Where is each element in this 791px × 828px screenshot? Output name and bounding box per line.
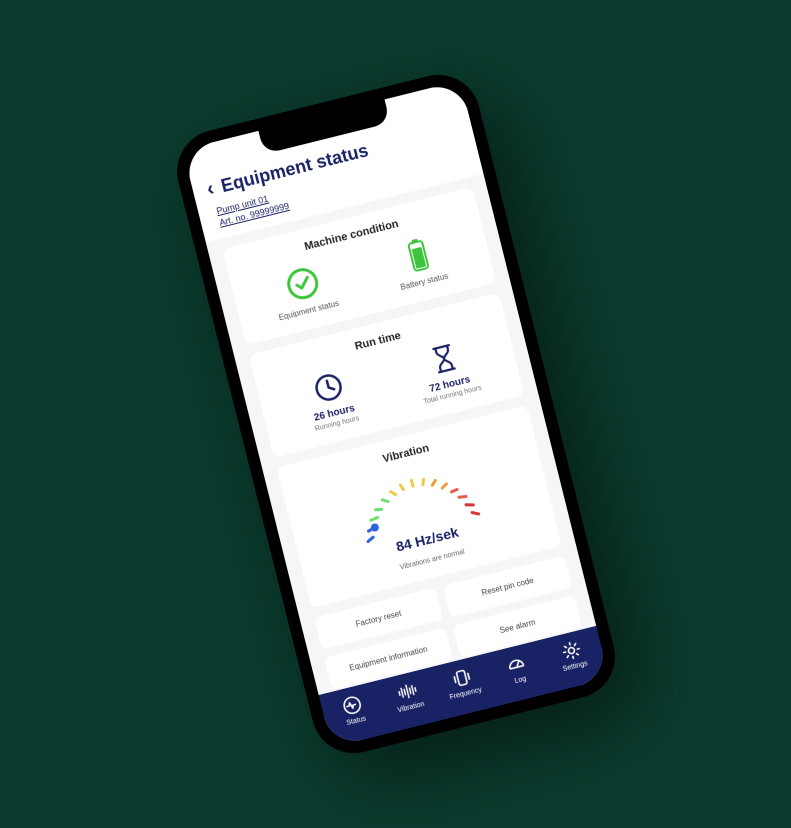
- app-screen: ‹ Equipment status Pump unit 01 Art. no.…: [182, 81, 609, 748]
- equipment-status-label: Equipment status: [277, 299, 339, 323]
- clock-icon: [310, 370, 346, 406]
- battery-status-label: Battery status: [399, 272, 449, 293]
- nav-log[interactable]: Log: [486, 648, 548, 691]
- vibration-icon: [394, 679, 418, 703]
- nav-frequency[interactable]: Frequency: [432, 661, 494, 704]
- nav-status-label: Status: [345, 715, 366, 727]
- checkmark-icon: [281, 264, 322, 305]
- back-button[interactable]: ‹: [204, 178, 216, 202]
- nav-settings[interactable]: Settings: [541, 634, 603, 677]
- log-icon: [504, 652, 528, 676]
- frequency-icon: [449, 666, 473, 690]
- nav-log-label: Log: [514, 675, 527, 685]
- nav-vibration[interactable]: Vibration: [377, 675, 439, 718]
- battery-icon: [403, 236, 431, 274]
- status-icon: [340, 693, 364, 717]
- hourglass-icon: [428, 342, 459, 377]
- settings-icon: [559, 639, 583, 663]
- nav-status[interactable]: Status: [322, 689, 384, 732]
- content-area: Machine condition Equipment status: [206, 174, 596, 695]
- phone-frame: ‹ Equipment status Pump unit 01 Art. no.…: [168, 66, 624, 762]
- vibration-message: Vibrations are normal: [399, 549, 465, 572]
